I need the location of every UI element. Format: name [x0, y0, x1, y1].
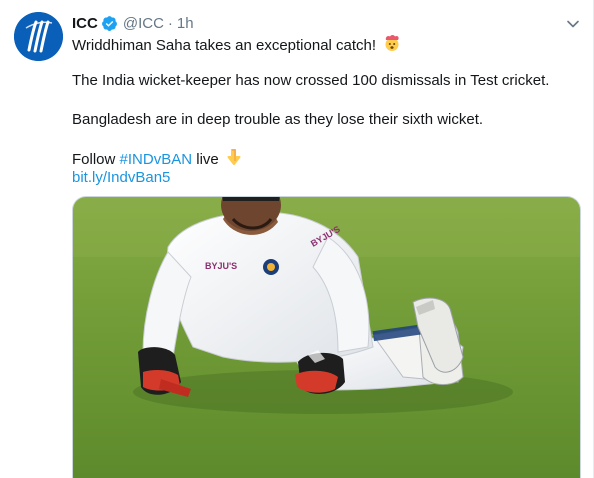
- exploding-head-emoji-icon: [383, 34, 401, 58]
- verified-badge-icon: [101, 15, 118, 32]
- tweet-card[interactable]: ICC @ICC · 1h Wriddhiman Saha takes an e…: [0, 0, 594, 478]
- icc-avatar[interactable]: [14, 12, 63, 61]
- icc-logo-icon: [14, 12, 63, 61]
- follow-suffix: live: [196, 151, 219, 168]
- tweet-text-line-2: The India wicket-keeper has now crossed …: [72, 72, 550, 89]
- tweet-text-line-1: Wriddhiman Saha takes an exceptional cat…: [72, 34, 401, 58]
- sponsor-logo-text: BYJU'S: [205, 261, 237, 271]
- chevron-down-icon[interactable]: [563, 14, 583, 34]
- tweet-text-url: bit.ly/IndvBan5: [72, 168, 170, 188]
- tweet-headline: Wriddhiman Saha takes an exceptional cat…: [72, 37, 377, 54]
- separator-dot: ·: [167, 14, 173, 32]
- display-name[interactable]: ICC: [72, 15, 98, 32]
- pointing-down-emoji-icon: [226, 148, 242, 172]
- follow-prefix: Follow: [72, 151, 116, 168]
- tweet-header: ICC @ICC · 1h: [72, 12, 194, 34]
- cricket-photo: BYJU'S BYJU'S: [73, 197, 580, 478]
- user-handle[interactable]: @ICC: [123, 15, 164, 32]
- hashtag-link[interactable]: #INDvBAN: [120, 151, 193, 168]
- tweet-text-line-3: Bangladesh are in deep trouble as they l…: [72, 111, 484, 128]
- tweet-timestamp[interactable]: 1h: [177, 15, 194, 32]
- tweet-photo[interactable]: BYJU'S BYJU'S: [72, 196, 581, 478]
- short-url-link[interactable]: bit.ly/IndvBan5: [72, 169, 170, 186]
